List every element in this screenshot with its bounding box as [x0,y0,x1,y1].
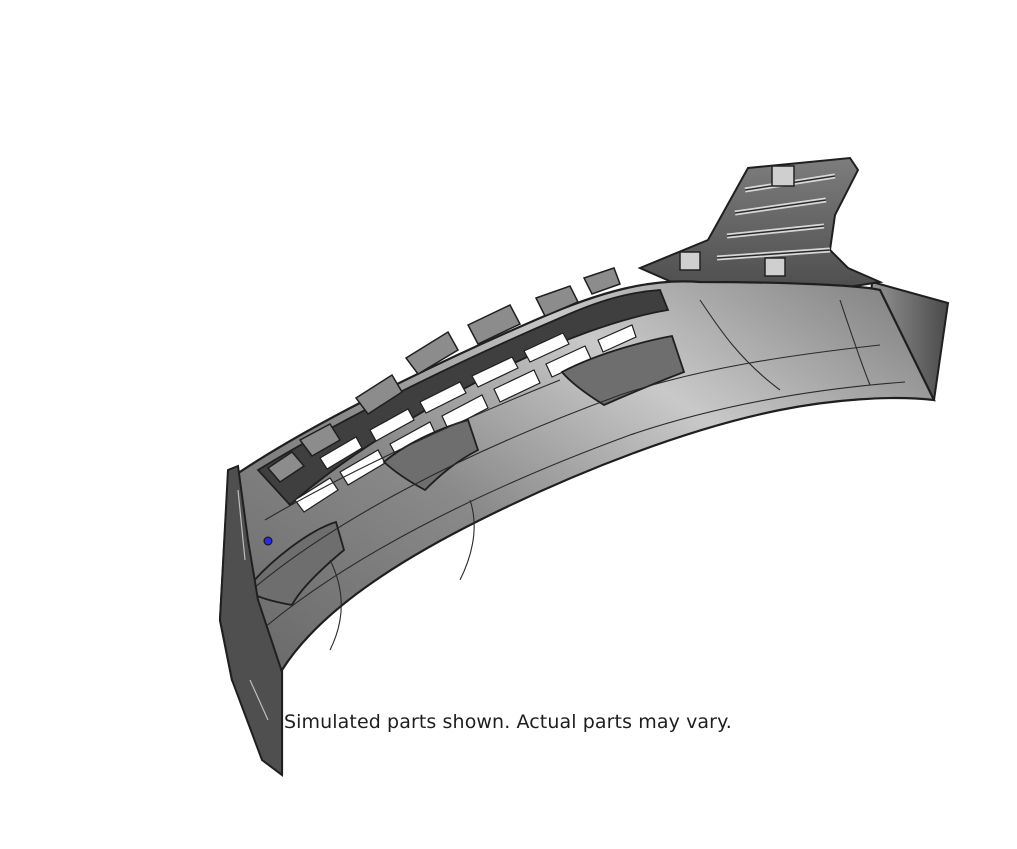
disclaimer-caption: Simulated parts shown. Actual parts may … [284,711,732,733]
upper-right-bracket [637,156,884,293]
part-viewer: Simulated parts shown. Actual parts may … [0,0,1017,849]
highlight-marker [263,536,273,546]
